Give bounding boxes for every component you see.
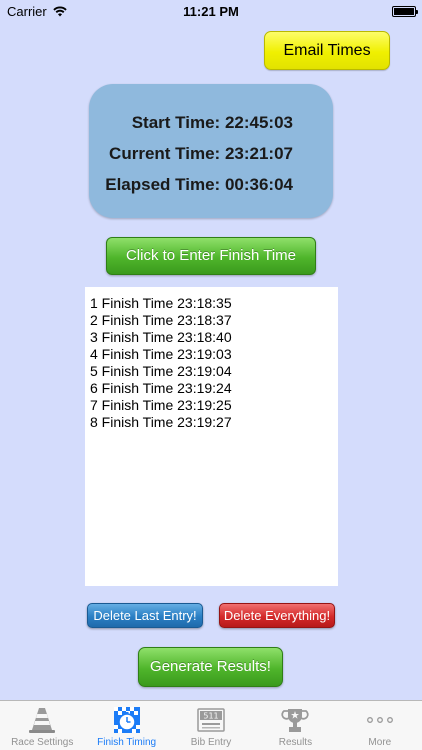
tab-bib-entry[interactable]: 511 Bib Entry bbox=[169, 701, 253, 750]
current-time-value: 23:21:07 bbox=[224, 144, 293, 163]
list-item: 7 Finish Time 23:19:25 bbox=[90, 397, 232, 413]
status-time: 11:21 PM bbox=[183, 4, 239, 19]
tab-race-settings[interactable]: Race Settings bbox=[0, 701, 84, 750]
tab-label: Results bbox=[278, 737, 313, 748]
list-item: 8 Finish Time 23:19:27 bbox=[90, 414, 232, 430]
generate-results-button[interactable]: Generate Results! bbox=[138, 647, 283, 687]
list-item: 5 Finish Time 23:19:04 bbox=[90, 363, 232, 379]
tab-label: More bbox=[368, 737, 392, 748]
stopwatch-flag-icon bbox=[113, 707, 140, 733]
enter-finish-time-button[interactable]: Click to Enter Finish Time bbox=[106, 237, 316, 275]
time-display-panel: Start Time: 22:45:03 Current Time: 23:21… bbox=[89, 84, 333, 218]
tab-results[interactable]: Results bbox=[253, 701, 337, 750]
tab-finish-timing[interactable]: Finish Timing bbox=[84, 701, 168, 750]
start-time-row: Start Time: 22:45:03 bbox=[132, 113, 293, 133]
list-item: 1 Finish Time 23:18:35 bbox=[90, 295, 232, 311]
elapsed-time-row: Elapsed Time: 00:36:04 bbox=[105, 175, 293, 195]
start-time-value: 22:45:03 bbox=[224, 113, 293, 132]
svg-text:511: 511 bbox=[203, 712, 218, 721]
finish-times-list[interactable]: 1 Finish Time 23:18:35 2 Finish Time 23:… bbox=[85, 287, 338, 586]
tab-label: Race Settings bbox=[11, 737, 74, 748]
list-item: 3 Finish Time 23:18:40 bbox=[90, 329, 232, 345]
status-bar: Carrier 11:21 PM bbox=[0, 0, 422, 22]
battery-icon bbox=[392, 6, 418, 17]
trophy-icon bbox=[281, 709, 310, 732]
current-time-label: Current Time: bbox=[109, 144, 221, 163]
delete-last-entry-button[interactable]: Delete Last Entry! bbox=[87, 603, 203, 628]
list-item: 4 Finish Time 23:19:03 bbox=[90, 346, 232, 362]
bib-number-icon: 511 bbox=[197, 708, 225, 732]
elapsed-time-label: Elapsed Time: bbox=[105, 175, 221, 194]
tab-label: Bib Entry bbox=[190, 737, 232, 748]
traffic-cone-icon bbox=[29, 708, 56, 733]
delete-everything-button[interactable]: Delete Everything! bbox=[219, 603, 335, 628]
start-time-label: Start Time: bbox=[131, 113, 221, 132]
elapsed-time-value: 00:36:04 bbox=[224, 175, 293, 194]
current-time-row: Current Time: 23:21:07 bbox=[109, 144, 293, 164]
more-dots-icon bbox=[366, 717, 393, 723]
list-item: 6 Finish Time 23:19:24 bbox=[90, 380, 232, 396]
tab-more[interactable]: More bbox=[338, 701, 422, 750]
tab-label: Finish Timing bbox=[97, 737, 157, 748]
tab-bar: Race Settings Finish Timing 511 Bib Entr… bbox=[0, 700, 422, 750]
list-item: 2 Finish Time 23:18:37 bbox=[90, 312, 232, 328]
email-times-button[interactable]: Email Times bbox=[264, 31, 390, 70]
